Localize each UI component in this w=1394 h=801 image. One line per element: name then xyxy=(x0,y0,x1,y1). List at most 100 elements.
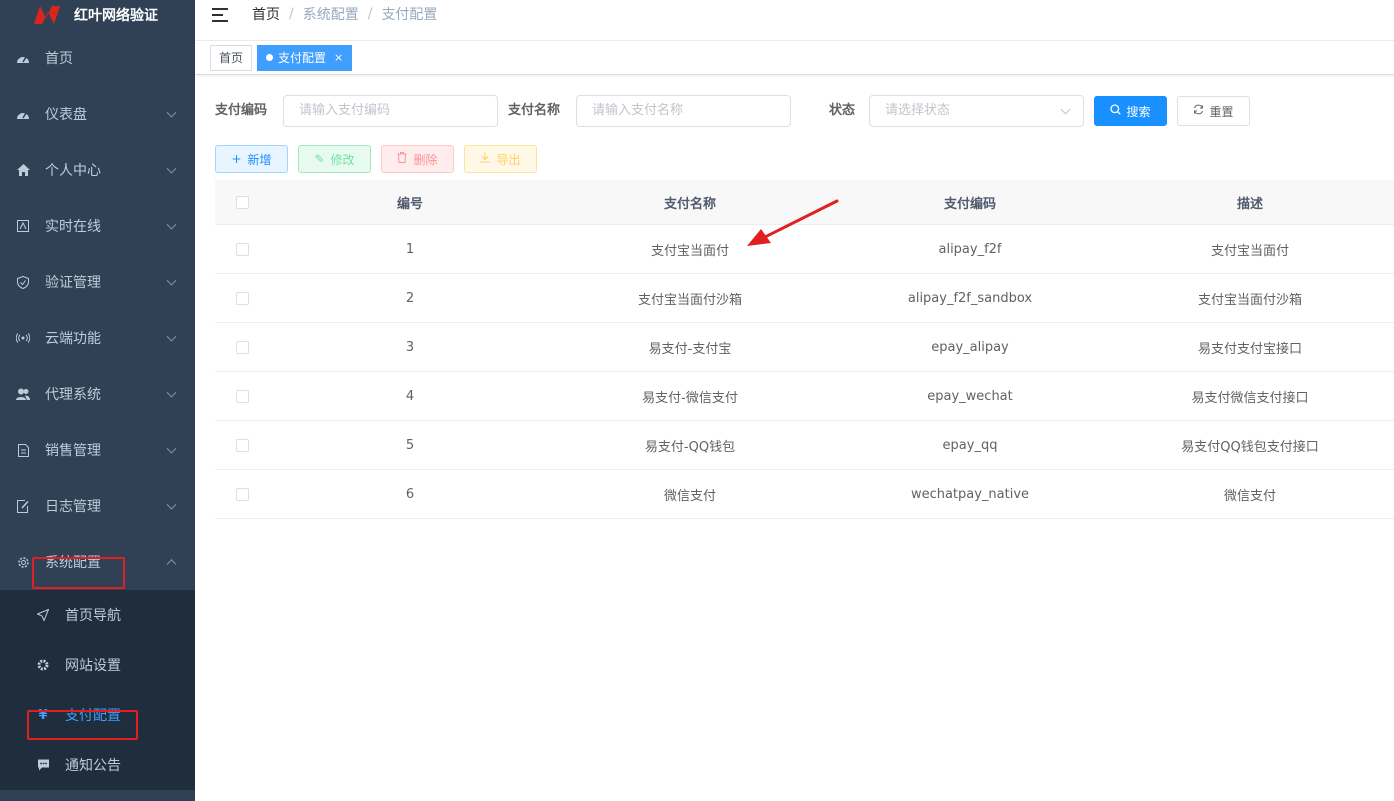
logo[interactable]: 红叶网络验证 xyxy=(0,0,195,30)
sidebar-item-label: 首页 xyxy=(45,51,73,67)
sidebar-subitem-site-settings[interactable]: 网站设置 xyxy=(0,640,195,690)
edit-button[interactable]: ✎ 修改 xyxy=(298,145,371,173)
chevron-down-icon xyxy=(166,163,177,174)
row-checkbox[interactable] xyxy=(236,438,249,452)
search-button-label: 搜索 xyxy=(1126,104,1151,119)
header-code[interactable]: 支付编码 xyxy=(830,193,1110,212)
sidebar-item-label: 云端功能 xyxy=(45,331,101,347)
row-checkbox[interactable] xyxy=(236,340,249,354)
table-row[interactable]: 3 易支付-支付宝 epay_alipay 易支付支付宝接口 xyxy=(215,323,1394,372)
row-checkbox[interactable] xyxy=(236,291,249,305)
breadcrumb-separator: / xyxy=(367,6,373,22)
cell-name: 易支付-QQ钱包 xyxy=(644,439,736,455)
cell-code: alipay_f2f xyxy=(938,241,1002,257)
name-input[interactable]: 请输入支付名称 xyxy=(576,95,791,127)
sidebar-item-home[interactable]: 首页 xyxy=(0,30,195,86)
row-checkbox-cell xyxy=(215,487,270,501)
sidebar-subitem-label: 通知公告 xyxy=(65,758,121,774)
sidebar-item-logs[interactable]: 日志管理 xyxy=(0,478,195,534)
table-row[interactable]: 5 易支付-QQ钱包 epay_qq 易支付QQ钱包支付接口 xyxy=(215,421,1394,470)
gear-icon xyxy=(16,555,30,569)
sidebar-item-label: 验证管理 xyxy=(45,275,101,291)
header-id[interactable]: 编号 xyxy=(270,193,550,212)
annotation-arrow-icon xyxy=(747,199,839,246)
cell-code: wechatpay_native xyxy=(910,486,1030,502)
status-select[interactable]: 请选择状态 xyxy=(869,95,1084,127)
header-desc[interactable]: 描述 xyxy=(1110,193,1390,212)
reset-button-label: 重置 xyxy=(1209,104,1234,119)
row-checkbox[interactable] xyxy=(236,242,249,256)
sidebar-item-verify[interactable]: 验证管理 xyxy=(0,254,195,310)
search-button[interactable]: 搜索 xyxy=(1094,96,1167,126)
sidebar-item-label: 个人中心 xyxy=(45,163,101,179)
sidebar-subitem-home-nav[interactable]: 首页导航 xyxy=(0,590,195,640)
chevron-down-icon xyxy=(166,443,177,454)
table-row[interactable]: 4 易支付-微信支付 epay_wechat 易支付微信支付接口 xyxy=(215,372,1394,421)
sidebar-item-label: 仪表盘 xyxy=(45,107,87,123)
cell-name: 支付宝当面付沙箱 xyxy=(637,292,742,308)
status-placeholder: 请选择状态 xyxy=(885,103,951,118)
edit-icon xyxy=(16,499,30,513)
select-all-cell xyxy=(215,195,270,209)
add-button[interactable]: + 新增 xyxy=(215,145,288,173)
table-row[interactable]: 6 微信支付 wechatpay_native 微信支付 xyxy=(215,470,1394,519)
sidebar: 红叶网络验证 首页 仪表盘 个人中心 实时在线 验证管理 云端功能 代理系统 销… xyxy=(0,0,195,801)
gauge-icon xyxy=(16,107,30,121)
breadcrumb: 首页 / 系统配置 / 支付配置 xyxy=(252,4,437,24)
breadcrumb-system-config: 系统配置 xyxy=(302,7,359,23)
cell-desc: 易支付微信支付接口 xyxy=(1191,390,1309,406)
name-placeholder: 请输入支付名称 xyxy=(592,103,684,118)
sidebar-item-agent[interactable]: 代理系统 xyxy=(0,366,195,422)
sidebar-subitem-label: 首页导航 xyxy=(65,608,121,624)
cell-desc: 支付宝当面付沙箱 xyxy=(1197,292,1302,308)
highlight-box-payment-config xyxy=(27,710,138,740)
tag-payment-config[interactable]: 支付配置 × xyxy=(257,44,353,71)
row-checkbox[interactable] xyxy=(236,389,249,403)
cell-name: 微信支付 xyxy=(663,488,716,504)
download-icon xyxy=(480,152,490,166)
sidebar-item-sales[interactable]: 销售管理 xyxy=(0,422,195,478)
cell-name: 易支付-支付宝 xyxy=(648,341,732,357)
trash-icon xyxy=(397,152,407,166)
table-row[interactable]: 2 支付宝当面付沙箱 alipay_f2f_sandbox 支付宝当面付沙箱 xyxy=(215,274,1394,323)
reset-button[interactable]: 重置 xyxy=(1177,96,1250,126)
sidebar-item-label: 代理系统 xyxy=(45,387,101,403)
edit-button-label: 修改 xyxy=(330,152,355,167)
app-title: 红叶网络验证 xyxy=(74,8,158,24)
chevron-up-icon xyxy=(166,559,177,570)
leaf-logo-icon xyxy=(34,6,60,24)
chevron-down-icon xyxy=(166,331,177,342)
active-dot-icon xyxy=(266,54,274,61)
navbar: 首页 / 系统配置 / 支付配置 xyxy=(195,0,1394,41)
cell-id: 5 xyxy=(405,437,415,453)
cell-id: 1 xyxy=(405,241,415,257)
row-checkbox[interactable] xyxy=(236,487,249,501)
status-label: 状态 xyxy=(829,103,856,118)
sidebar-item-dashboard[interactable]: 仪表盘 xyxy=(0,86,195,142)
export-button[interactable]: 导出 xyxy=(464,145,537,173)
sidebar-item-profile[interactable]: 个人中心 xyxy=(0,142,195,198)
code-input[interactable]: 请输入支付编码 xyxy=(283,95,498,127)
cell-name: 易支付-微信支付 xyxy=(642,390,738,406)
sidebar-item-online[interactable]: 实时在线 xyxy=(0,198,195,254)
row-checkbox-cell xyxy=(215,340,270,354)
add-button-label: 新增 xyxy=(247,152,272,167)
document-icon xyxy=(16,443,30,457)
select-all-checkbox[interactable] xyxy=(236,195,249,209)
delete-button[interactable]: 删除 xyxy=(381,145,454,173)
chevron-down-icon xyxy=(166,219,177,230)
sidebar-item-label: 销售管理 xyxy=(45,443,101,459)
sidebar-subitem-notice[interactable]: 通知公告 xyxy=(0,740,195,790)
close-icon[interactable]: × xyxy=(334,46,343,70)
breadcrumb-home[interactable]: 首页 xyxy=(252,4,280,24)
submenu-system-config: 首页导航 网站设置 ¥ 支付配置 通知公告 xyxy=(0,590,195,790)
cell-code: epay_qq xyxy=(942,437,998,453)
cell-desc: 微信支付 xyxy=(1223,488,1276,504)
online-icon xyxy=(16,219,30,233)
hamburger-menu-icon[interactable] xyxy=(212,8,228,22)
dashboard-icon xyxy=(16,51,30,65)
refresh-icon xyxy=(1193,104,1204,118)
tag-home[interactable]: 首页 xyxy=(210,44,253,71)
sidebar-item-cloud[interactable]: 云端功能 xyxy=(0,310,195,366)
export-button-label: 导出 xyxy=(496,152,521,167)
